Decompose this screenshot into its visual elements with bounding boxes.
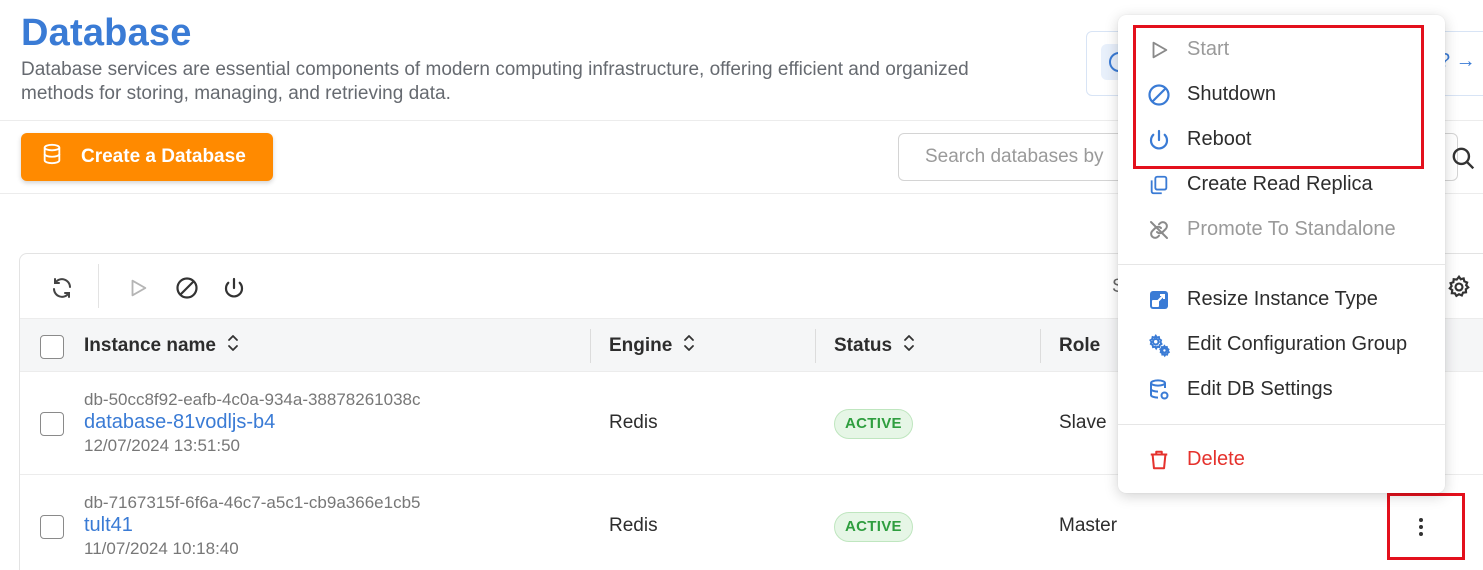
copy-icon [1146, 172, 1172, 198]
menu-item-edit-configuration-group[interactable]: Edit Configuration Group [1118, 322, 1445, 367]
menu-item-resize-instance-type[interactable]: Resize Instance Type [1118, 277, 1445, 322]
create-database-button[interactable]: Create a Database [21, 133, 273, 181]
reboot-icon[interactable] [220, 274, 248, 302]
role-value: Master [1059, 515, 1118, 536]
role-value: Slave [1059, 412, 1107, 433]
ban-icon [1146, 82, 1172, 108]
select-all-checkbox[interactable] [40, 335, 64, 359]
page-title: Database [21, 12, 192, 54]
engine-value: Redis [609, 412, 658, 433]
database-icon [41, 143, 63, 171]
instance-name-link[interactable]: database-81vodljs-b4 [84, 411, 275, 434]
row-checkbox[interactable] [40, 412, 64, 436]
start-icon[interactable] [124, 274, 152, 302]
menu-item-delete[interactable]: Delete [1118, 437, 1445, 482]
instance-name-link[interactable]: tult41 [84, 514, 133, 537]
menu-item-create-read-replica[interactable]: Create Read Replica [1118, 162, 1445, 207]
column-header-role[interactable]: Role [1059, 319, 1100, 373]
sort-icon [682, 334, 696, 358]
row-actions-kebab-icon[interactable] [1408, 512, 1434, 542]
column-header-instance-name[interactable]: Instance name [84, 319, 240, 373]
refresh-icon[interactable] [48, 274, 76, 302]
page-description: Database services are essential componen… [21, 59, 969, 104]
column-divider [1040, 329, 1041, 363]
resize-icon [1146, 287, 1172, 313]
engine-value: Redis [609, 515, 658, 536]
create-database-label: Create a Database [81, 146, 246, 167]
toolbar-divider [98, 264, 99, 308]
row-actions-menu: Start Shutdown Reboot Create Read Replic… [1118, 15, 1445, 493]
menu-divider [1118, 424, 1445, 425]
menu-item-shutdown[interactable]: Shutdown [1118, 72, 1445, 117]
column-divider [815, 329, 816, 363]
play-icon [1146, 37, 1172, 63]
sort-icon [226, 334, 240, 358]
status-badge: ACTIVE [834, 409, 913, 439]
trash-icon [1146, 447, 1172, 473]
menu-item-start[interactable]: Start [1118, 27, 1445, 72]
instance-created-date: 11/07/2024 10:18:40 [84, 539, 239, 558]
menu-item-edit-db-settings[interactable]: Edit DB Settings [1118, 367, 1445, 412]
instance-id: db-50cc8f92-eafb-4c0a-934a-38878261038c [84, 390, 421, 409]
instance-id: db-7167315f-6f6a-46c7-a5c1-cb9a366e1cb5 [84, 493, 421, 512]
database-settings-icon [1146, 377, 1172, 403]
row-checkbox[interactable] [40, 515, 64, 539]
shutdown-icon[interactable] [173, 274, 201, 302]
instance-created-date: 12/07/2024 13:51:50 [84, 436, 240, 455]
settings-gear-icon[interactable] [1446, 274, 1472, 305]
gears-icon [1146, 332, 1172, 358]
menu-item-reboot[interactable]: Reboot [1118, 117, 1445, 162]
search-icon[interactable] [1450, 145, 1476, 176]
menu-item-promote-to-standalone[interactable]: Promote To Standalone [1118, 207, 1445, 252]
menu-divider [1118, 264, 1445, 265]
column-divider [590, 329, 591, 363]
status-badge: ACTIVE [834, 512, 913, 542]
unlink-icon [1146, 217, 1172, 243]
column-header-status[interactable]: Status [834, 319, 916, 373]
column-header-engine[interactable]: Engine [609, 319, 696, 373]
sort-icon [902, 334, 916, 358]
power-icon [1146, 127, 1172, 153]
